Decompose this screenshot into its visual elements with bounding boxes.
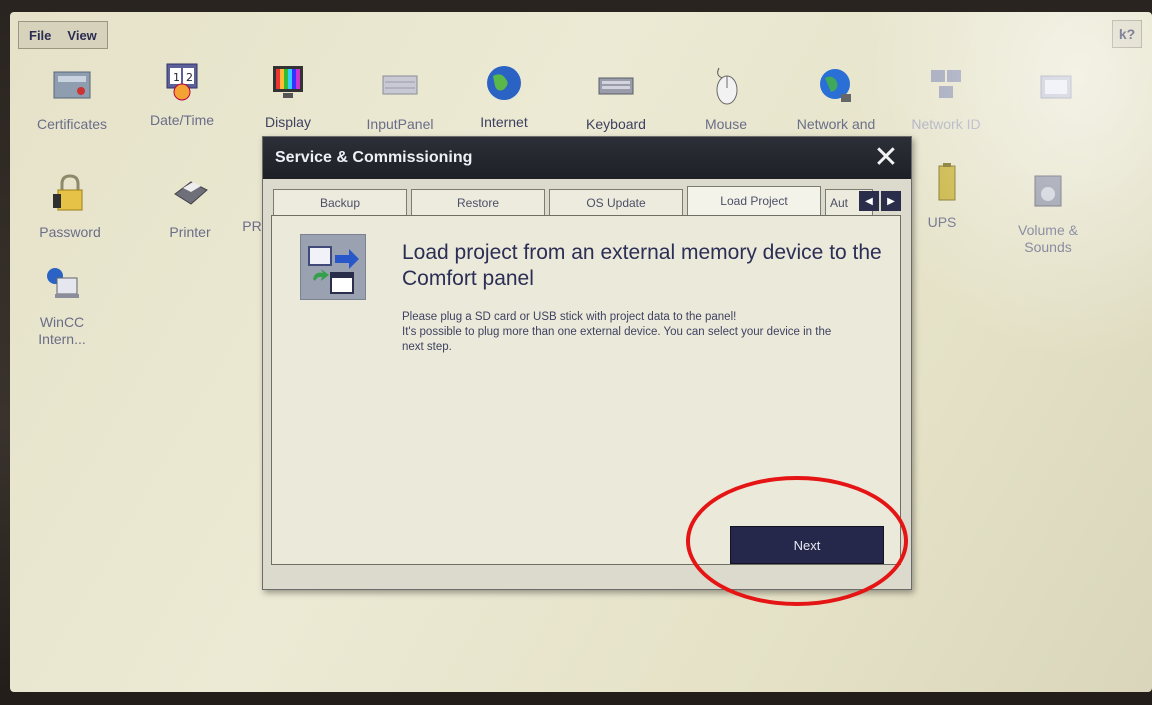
desktop-icon-label: Network and bbox=[796, 116, 876, 132]
desktop-icon-label: Certificates bbox=[36, 116, 108, 132]
desktop-icon-networkid[interactable]: Network ID bbox=[896, 64, 996, 133]
desktop-icon-ups[interactable]: UPS bbox=[902, 162, 982, 231]
lock-icon bbox=[53, 174, 83, 211]
desktop-icon-inputpanel[interactable]: InputPanel bbox=[350, 64, 450, 133]
svg-text:2: 2 bbox=[186, 71, 193, 84]
menu-bar: File View k? bbox=[18, 20, 1142, 50]
svg-text:1: 1 bbox=[173, 71, 180, 84]
menu-view[interactable]: View bbox=[67, 28, 96, 43]
load-project-icon bbox=[300, 234, 366, 300]
mouse-icon bbox=[716, 67, 738, 105]
desktop-icon-label: Mouse bbox=[704, 116, 748, 132]
desktop-icon-label: Volume & Sounds bbox=[1018, 222, 1078, 255]
globe-icon bbox=[487, 66, 521, 100]
desktop-icon-label: Password bbox=[39, 224, 101, 240]
desktop-icon-internet[interactable]: Internet bbox=[454, 62, 554, 131]
tab-backup[interactable]: Backup bbox=[273, 189, 407, 215]
dialog-titlebar: Service & Commissioning ✕ bbox=[263, 137, 911, 179]
dialog-tabs: Backup Restore OS Update Load Project Au… bbox=[273, 186, 913, 215]
calendar-clock-icon: 1 2 bbox=[166, 63, 198, 101]
desktop-icon-label: Network ID bbox=[911, 116, 981, 132]
tab-scroll-arrows: ◀ ▶ bbox=[859, 191, 901, 211]
chevron-right-icon[interactable]: ▶ bbox=[881, 191, 901, 211]
desktop-icon-password[interactable]: Password bbox=[20, 172, 120, 241]
desktop-icon-label: WinCC Intern... bbox=[38, 314, 86, 347]
desktop-icon-volume[interactable]: Volume & Sounds bbox=[998, 170, 1098, 256]
description-line-1: Please plug a SD card or USB stick with … bbox=[402, 311, 737, 323]
description-line-2: It's possible to plug more than one exte… bbox=[402, 325, 832, 353]
desktop-icon-label: Internet bbox=[480, 114, 528, 130]
desktop-icon-label: Display bbox=[265, 114, 311, 130]
close-icon[interactable]: ✕ bbox=[871, 143, 901, 173]
desktop-icon-keyboard[interactable]: Keyboard bbox=[566, 64, 666, 133]
keyboard-panel-icon bbox=[382, 75, 418, 95]
display-icon bbox=[273, 66, 303, 98]
panel-heading: Load project from an external memory dev… bbox=[402, 241, 882, 291]
desktop-icon-display[interactable]: Display bbox=[238, 62, 338, 131]
desktop-icon-wincc[interactable]: WinCC Intern... bbox=[22, 262, 102, 348]
desktop-icon-datetime[interactable]: 1 2 Date/Time bbox=[132, 60, 232, 129]
desktop-icon-printer[interactable]: Printer bbox=[140, 172, 240, 241]
network-id-icon bbox=[931, 70, 961, 98]
menu-file[interactable]: File bbox=[29, 28, 51, 43]
desktop-icon-label: InputPanel bbox=[366, 116, 434, 132]
highlight-circle bbox=[686, 476, 908, 606]
desktop-icon-label: Keyboard bbox=[586, 116, 646, 132]
battery-icon bbox=[938, 163, 956, 201]
wincc-icon bbox=[47, 268, 79, 298]
monitor-icon bbox=[1040, 75, 1072, 99]
help-button[interactable]: k? bbox=[1112, 20, 1142, 48]
dialog-title: Service & Commissioning bbox=[275, 149, 473, 166]
tab-load-project[interactable]: Load Project bbox=[687, 186, 821, 215]
volume-icon bbox=[1034, 175, 1062, 207]
menu-group: File View bbox=[18, 21, 108, 49]
panel-description: Please plug a SD card or USB stick with … bbox=[402, 310, 832, 355]
tab-restore[interactable]: Restore bbox=[411, 189, 545, 215]
printer-icon bbox=[174, 181, 208, 205]
certificates-icon bbox=[53, 71, 91, 99]
network-globe-icon bbox=[820, 69, 851, 102]
desktop-icon-label: UPS bbox=[927, 214, 957, 230]
desktop-icon-network[interactable]: Network and bbox=[776, 64, 896, 133]
desktop-icon-certificates[interactable]: Certificates bbox=[22, 64, 122, 133]
desktop-icon-label: Printer bbox=[169, 224, 211, 240]
keyboard-icon bbox=[598, 77, 634, 95]
desktop-icon-mouse[interactable]: Mouse bbox=[676, 64, 776, 133]
desktop-icon-pc[interactable] bbox=[1006, 70, 1106, 122]
tab-os-update[interactable]: OS Update bbox=[549, 189, 683, 215]
desktop-icon-label: Date/Time bbox=[149, 112, 215, 128]
chevron-left-icon[interactable]: ◀ bbox=[859, 191, 879, 211]
